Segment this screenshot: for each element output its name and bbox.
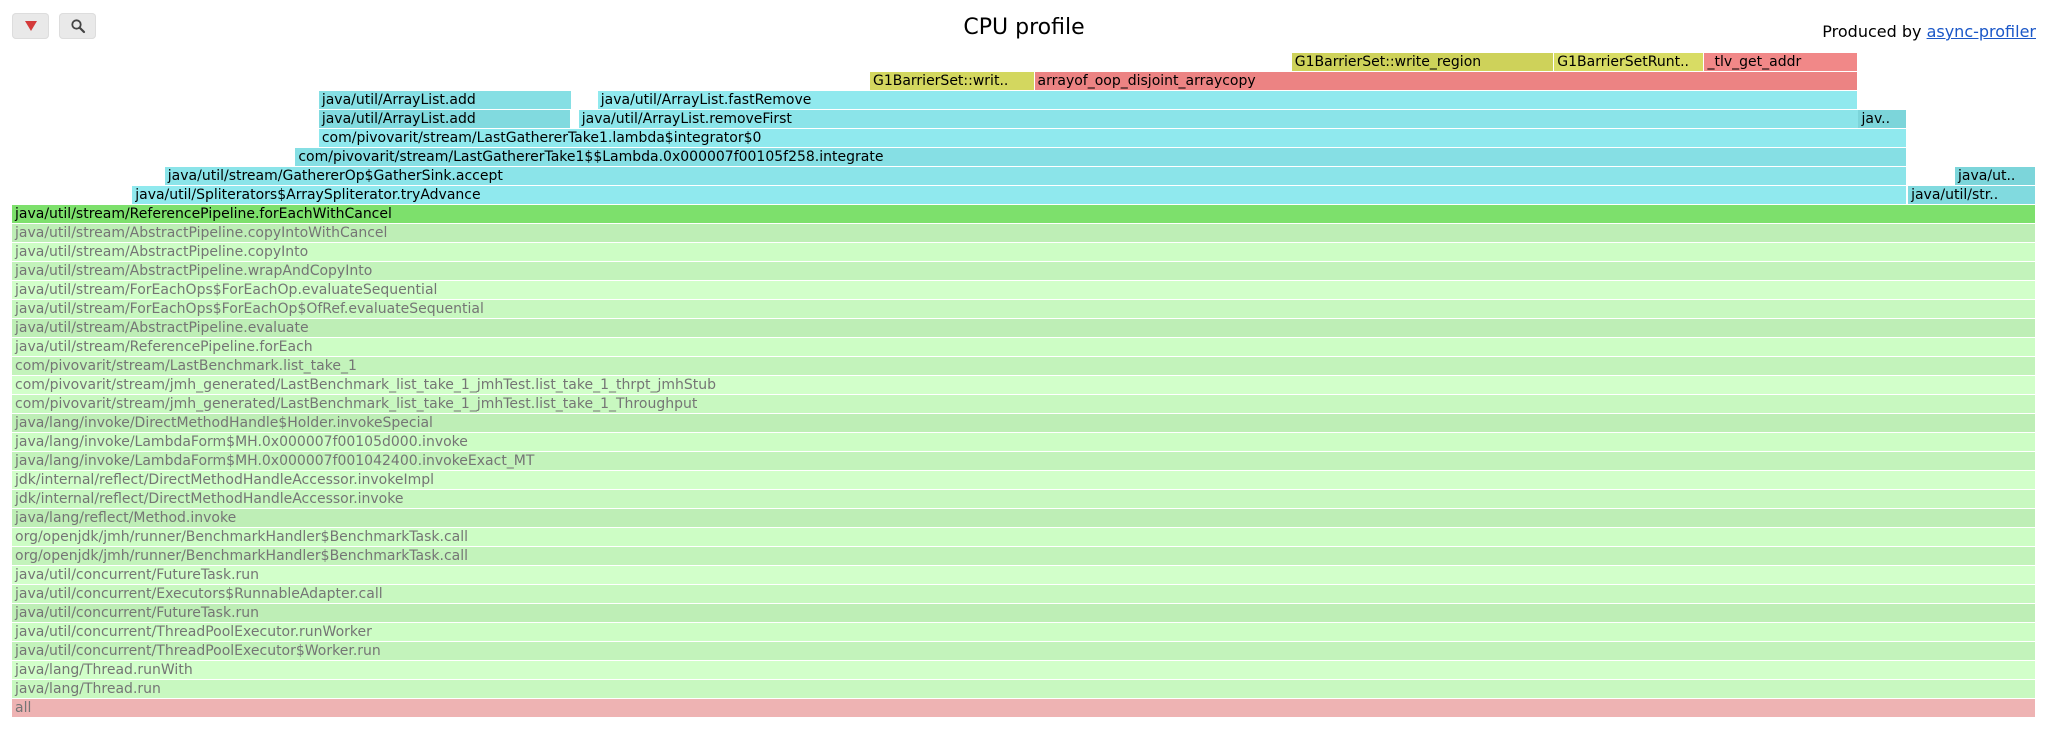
flame-frame[interactable]: org/openjdk/jmh/runner/BenchmarkHandler$… (12, 528, 2035, 546)
flame-frame[interactable]: java/util/stream/ForEachOps$ForEachOp.ev… (12, 281, 2035, 299)
flame-frame[interactable]: java/lang/Thread.run (12, 680, 2035, 698)
flame-frame[interactable]: java/lang/invoke/LambdaForm$MH.0x000007f… (12, 452, 2035, 470)
flame-frame[interactable]: java/util/ArrayList.add (318, 110, 571, 128)
flame-frame[interactable]: com/pivovarit/stream/LastGathererTake1.l… (318, 129, 1906, 147)
flame-frame[interactable]: G1BarrierSet::writ.. (869, 72, 1034, 90)
flame-frame[interactable]: java/util/stream/AbstractPipeline.evalua… (12, 319, 2035, 337)
flame-frame[interactable]: java/util/ArrayList.fastRemove (597, 91, 1858, 109)
flame-frame[interactable]: java/util/ArrayList.add (318, 91, 572, 109)
flame-frame[interactable]: org/openjdk/jmh/runner/BenchmarkHandler$… (12, 547, 2035, 565)
flame-frame[interactable]: com/pivovarit/stream/LastGathererTake1$$… (295, 148, 1906, 166)
flame-frame[interactable]: java/util/stream/ReferencePipeline.forEa… (12, 338, 2035, 356)
flame-frame[interactable]: java/ut.. (1955, 167, 2035, 185)
flame-frame[interactable]: all (12, 699, 2035, 717)
flame-frame[interactable]: java/lang/Thread.runWith (12, 661, 2035, 679)
flame-frame[interactable]: java/util/str.. (1908, 186, 2035, 204)
flame-frame[interactable]: jdk/internal/reflect/DirectMethodHandleA… (12, 471, 2035, 489)
flame-frame[interactable]: G1BarrierSetRunt.. (1554, 53, 1704, 71)
flame-frame[interactable]: java/util/Spliterators$ArraySpliterator.… (132, 186, 1906, 204)
flame-frame[interactable]: java/util/stream/ReferencePipeline.forEa… (12, 205, 2035, 223)
flame-frame[interactable]: java/util/stream/GathererOp$GatherSink.a… (164, 167, 1906, 185)
flame-graph: all java/lang/Thread.run java/lang/Thread.… (0, 0, 2048, 736)
flame-frame[interactable]: java/util/concurrent/FutureTask.run (12, 604, 2035, 622)
flame-frame[interactable]: com/pivovarit/stream/LastBenchmark.list_… (12, 357, 2035, 375)
flame-frame[interactable]: jdk/internal/reflect/DirectMethodHandleA… (12, 490, 2035, 508)
flame-frame[interactable]: java/util/stream/AbstractPipeline.copyIn… (12, 243, 2035, 261)
flame-frame[interactable]: java/util/stream/ForEachOps$ForEachOp$Of… (12, 300, 2035, 318)
flame-frame[interactable]: G1BarrierSet::write_region (1291, 53, 1554, 71)
flame-frame[interactable]: java/util/stream/AbstractPipeline.copyIn… (12, 224, 2035, 242)
flame-frame[interactable]: arrayof_oop_disjoint_arraycopy (1034, 72, 1858, 90)
flame-frame[interactable]: java/util/ArrayList.removeFirst (578, 110, 1859, 128)
flame-frame[interactable]: java/lang/reflect/Method.invoke (12, 509, 2035, 527)
flame-frame[interactable]: java/lang/invoke/DirectMethodHandle$Hold… (12, 414, 2035, 432)
flame-frame[interactable]: java/util/stream/AbstractPipeline.wrapAn… (12, 262, 2035, 280)
flame-frame[interactable]: java/util/concurrent/Executors$RunnableA… (12, 585, 2035, 603)
flame-frame[interactable]: com/pivovarit/stream/jmh_generated/LastB… (12, 376, 2035, 394)
flame-frame[interactable]: com/pivovarit/stream/jmh_generated/LastB… (12, 395, 2035, 413)
flame-frame[interactable]: java/lang/invoke/LambdaForm$MH.0x000007f… (12, 433, 2035, 451)
flame-frame[interactable]: java/util/concurrent/ThreadPoolExecutor$… (12, 642, 2035, 660)
flame-frame[interactable]: java/util/concurrent/ThreadPoolExecutor.… (12, 623, 2035, 641)
flame-frame[interactable]: java/util/concurrent/FutureTask.run (12, 566, 2035, 584)
flame-frame[interactable]: jav.. (1858, 110, 1906, 128)
flame-frame[interactable]: _tlv_get_addr (1704, 53, 1858, 71)
